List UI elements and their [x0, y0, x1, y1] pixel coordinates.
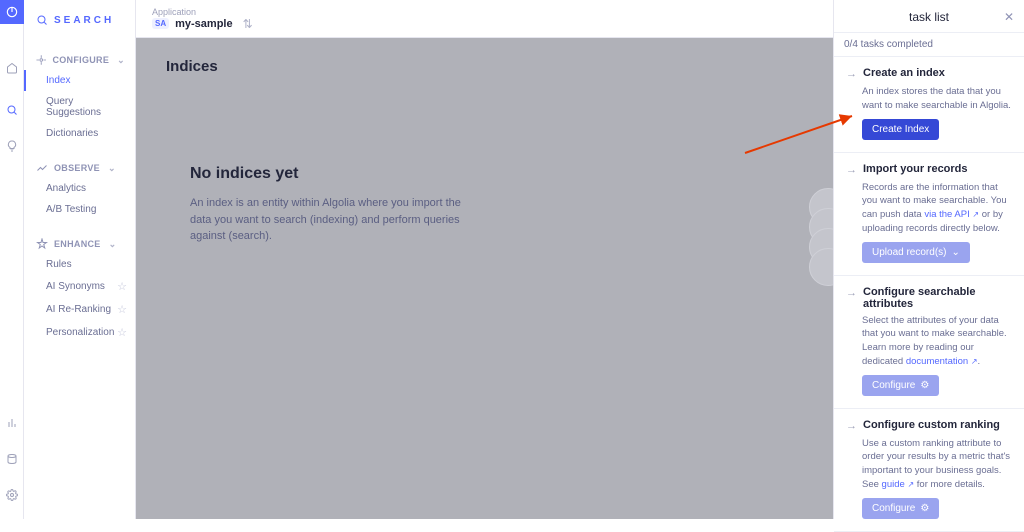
nav-dictionaries[interactable]: Dictionaries: [24, 123, 135, 144]
star-icon: ☆: [117, 303, 127, 316]
section-observe[interactable]: OBSERVE ⌄: [24, 156, 135, 178]
configure-ranking-button[interactable]: Configure ⚙: [862, 498, 939, 519]
task-desc: An index stores the data that you want t…: [862, 85, 1012, 113]
task-panel-title: task list: [909, 10, 949, 24]
configure-searchable-button[interactable]: Configure ⚙: [862, 375, 939, 396]
documentation-link[interactable]: documentation ↗: [906, 356, 978, 367]
star-icon: ☆: [117, 326, 127, 339]
nav-ai-reranking[interactable]: AI Re-Ranking☆: [24, 298, 135, 321]
home-icon[interactable]: [0, 56, 24, 80]
create-index-button[interactable]: Create Index: [862, 119, 939, 140]
task-progress: 0/4 tasks completed: [834, 32, 1024, 57]
selector-chevron-icon: ⇅: [243, 17, 253, 31]
arrow-icon: →: [846, 286, 857, 300]
task-custom-ranking: →Configure custom ranking Use a custom r…: [834, 409, 1024, 532]
task-panel: task list ✕ 0/4 tasks completed →Create …: [833, 0, 1024, 519]
external-link-icon: ↗: [971, 357, 978, 366]
decoration-stack: [809, 188, 833, 268]
arrow-icon: →: [846, 419, 857, 433]
data-icon[interactable]: [0, 447, 24, 471]
arrow-icon: →: [846, 163, 857, 177]
star-icon: ☆: [117, 280, 127, 293]
nav-query-suggestions[interactable]: Query Suggestions: [24, 91, 135, 123]
app-selector[interactable]: Application SA my-sample ⇅: [152, 7, 253, 31]
chevron-down-icon: ⌄: [117, 55, 125, 66]
section-enhance[interactable]: ENHANCE ⌄: [24, 232, 135, 254]
via-api-link[interactable]: via the API ↗: [924, 209, 979, 220]
page-title: Indices: [166, 58, 803, 75]
settings-icon[interactable]: [0, 483, 24, 507]
nav-index[interactable]: Index: [24, 70, 135, 91]
left-rail: [0, 0, 24, 519]
empty-state: No indices yet An index is an entity wit…: [166, 165, 803, 245]
gear-icon: ⚙: [920, 503, 929, 514]
task-create-index: →Create an index An index stores the dat…: [834, 57, 1024, 153]
gear-icon: ⚙: [920, 380, 929, 391]
search-nav-icon[interactable]: [0, 98, 24, 122]
product-name: SEARCH: [54, 15, 114, 26]
sidebar: SEARCH CONFIGURE ⌄ Index Query Suggestio…: [24, 0, 136, 519]
task-import-records: →Import your records Records are the inf…: [834, 153, 1024, 276]
main-content: Indices No indices yet An index is an en…: [136, 38, 833, 519]
chevron-down-icon: ⌄: [951, 247, 959, 258]
analytics-icon[interactable]: [0, 411, 24, 435]
brand-logo[interactable]: [0, 0, 24, 24]
nav-personalization[interactable]: Personalization☆: [24, 321, 135, 344]
app-name: my-sample: [175, 18, 232, 30]
app-badge: SA: [152, 18, 169, 29]
task-desc: Records are the information that you wan…: [862, 181, 1012, 236]
chevron-down-icon: ⌄: [108, 163, 116, 174]
arrow-icon: →: [846, 67, 857, 81]
chevron-down-icon: ⌄: [109, 239, 117, 250]
nav-ai-synonyms[interactable]: AI Synonyms☆: [24, 275, 135, 298]
empty-desc: An index is an entity within Algolia whe…: [190, 195, 470, 245]
guide-link[interactable]: guide ↗: [882, 479, 915, 490]
lightbulb-icon[interactable]: [0, 134, 24, 158]
close-icon[interactable]: ✕: [1004, 10, 1014, 24]
nav-rules[interactable]: Rules: [24, 254, 135, 275]
app-label: Application: [152, 7, 253, 17]
task-desc: Select the attributes of your data that …: [862, 314, 1012, 369]
section-configure[interactable]: CONFIGURE ⌄: [24, 48, 135, 70]
task-searchable-attributes: →Configure searchable attributes Select …: [834, 276, 1024, 409]
nav-analytics[interactable]: Analytics: [24, 178, 135, 199]
empty-title: No indices yet: [190, 165, 803, 183]
upload-records-button[interactable]: Upload record(s) ⌄: [862, 242, 970, 263]
product-title: SEARCH: [24, 10, 135, 36]
task-desc: Use a custom ranking attribute to order …: [862, 437, 1012, 492]
nav-ab-testing[interactable]: A/B Testing: [24, 199, 135, 220]
